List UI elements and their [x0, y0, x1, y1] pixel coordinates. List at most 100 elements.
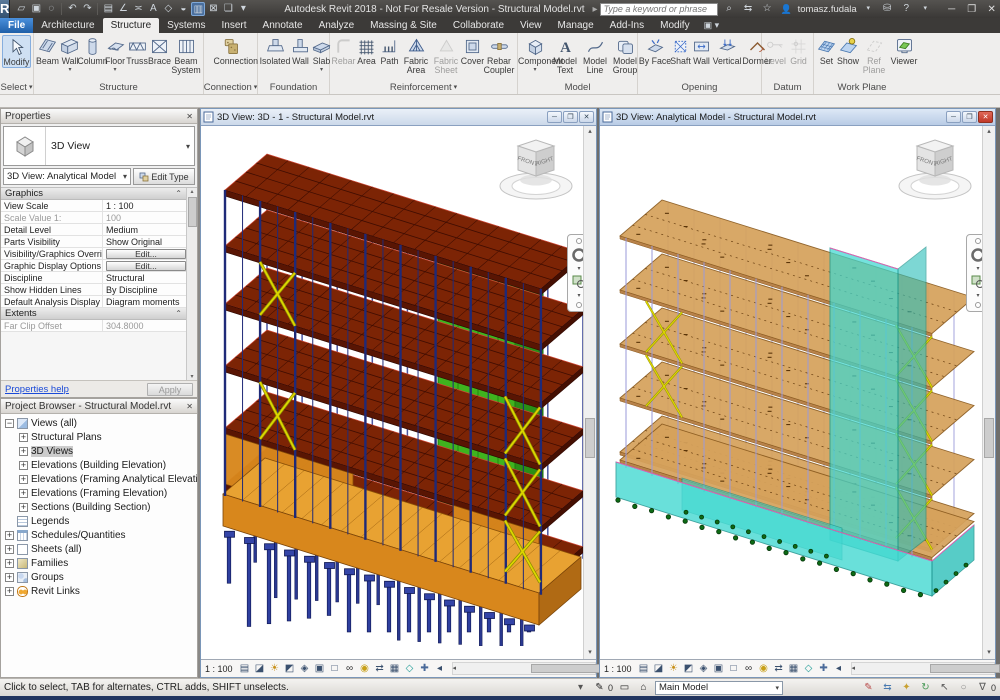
slab-foundation-button[interactable]: Slab — [311, 35, 332, 75]
panel-label-structure[interactable]: Structure — [34, 80, 203, 94]
browser-tree-item[interactable]: Legends — [1, 514, 197, 528]
highlight-displacement-icon[interactable] — [418, 662, 432, 676]
measure-icon[interactable] — [116, 2, 130, 16]
worksets-dialog-icon[interactable] — [617, 682, 632, 693]
apply-button[interactable]: Apply — [147, 383, 193, 396]
detail-level-icon[interactable] — [637, 662, 651, 676]
active-workset-icon[interactable] — [636, 682, 651, 693]
print-icon[interactable] — [101, 2, 115, 16]
search-input[interactable] — [600, 3, 718, 16]
open-icon[interactable] — [14, 2, 28, 16]
property-row[interactable]: Detail Level MediumMedium — [1, 224, 186, 236]
ribbon-tab[interactable]: Annotate — [255, 18, 311, 33]
model-line-button[interactable]: Model Line — [580, 35, 610, 75]
analytical-model-toggle-icon[interactable] — [802, 662, 816, 676]
browser-tree-item[interactable]: − Views (all) — [1, 416, 197, 430]
browser-tree-item[interactable]: + Groups — [1, 570, 197, 584]
help-menu-caret[interactable] — [918, 2, 933, 16]
save-icon[interactable] — [29, 2, 43, 16]
floor-button[interactable]: Floor — [104, 35, 126, 75]
property-row[interactable]: Parts Visibility Show OriginalShow Origi… — [1, 236, 186, 248]
rebar-button[interactable]: Rebar — [332, 35, 355, 66]
truss-button[interactable]: Truss — [126, 35, 148, 66]
column-button[interactable]: Column — [81, 35, 104, 66]
highlight-displacement-icon[interactable] — [817, 662, 831, 676]
show-work-plane-button[interactable]: Show — [837, 35, 859, 66]
crop-region-icon[interactable] — [727, 662, 741, 676]
horizontal-scrollbar[interactable] — [851, 662, 995, 675]
select-toggle-icon[interactable] — [937, 682, 952, 693]
tree-expander[interactable]: + — [19, 447, 28, 456]
vertical-opening-button[interactable]: Vertical — [712, 35, 742, 66]
view-scale-button[interactable]: 1 : 100 — [205, 664, 233, 674]
view-cube[interactable]: FRONT RIGHT — [494, 130, 578, 204]
temporary-hide-isolate-icon[interactable] — [343, 662, 357, 676]
tree-expander[interactable]: + — [5, 531, 14, 540]
panel-label-reinforcement[interactable]: Reinforcement — [330, 80, 517, 94]
property-row[interactable]: Far Clip Offset 304.8000304.8000 — [1, 320, 186, 332]
tree-expander[interactable]: + — [19, 475, 28, 484]
tree-expander[interactable]: + — [19, 503, 28, 512]
browser-tree-item[interactable]: + Sheets (all) — [1, 542, 197, 556]
undo-icon[interactable] — [65, 2, 79, 16]
beam-system-button[interactable]: Beam System — [171, 35, 201, 75]
exchange-apps-icon[interactable] — [741, 2, 756, 16]
view-cube[interactable]: FRONT RIGHT — [893, 130, 977, 204]
search-icon[interactable] — [722, 2, 737, 16]
navbar-caret[interactable] — [976, 293, 979, 299]
beam-button[interactable]: Beam — [36, 35, 59, 66]
by-face-button[interactable]: By Face — [640, 35, 670, 66]
worksharing-display-icon[interactable] — [772, 662, 786, 676]
close-icon[interactable] — [186, 402, 193, 411]
ribbon-tab[interactable]: Analyze — [311, 18, 363, 33]
wall-opening-button[interactable]: Wall — [691, 35, 712, 66]
panel-label-work-plane[interactable]: Work Plane — [814, 80, 910, 94]
browser-tree-item[interactable]: + Elevations (Building Elevation) — [1, 458, 197, 472]
level-button[interactable]: Level — [764, 35, 787, 66]
rendering-dialog-icon[interactable] — [298, 662, 312, 676]
search-expand-icon[interactable] — [593, 4, 598, 15]
panel-label-opening[interactable]: Opening — [638, 80, 761, 94]
vcb-collapse-icon[interactable] — [832, 662, 846, 676]
reveal-hidden-elements-icon[interactable] — [757, 662, 771, 676]
panel-label-select[interactable]: Select — [0, 80, 33, 94]
drawing-canvas-analytical[interactable]: FRONT RIGHT — [600, 126, 995, 660]
tree-expander[interactable]: + — [5, 573, 14, 582]
rendering-dialog-icon[interactable] — [697, 662, 711, 676]
window-minimize-button[interactable] — [547, 111, 562, 123]
tree-expander[interactable]: + — [19, 461, 28, 470]
worksharing-display-icon[interactable] — [373, 662, 387, 676]
edit-button[interactable]: Edit... — [106, 249, 186, 259]
temporary-view-properties-icon[interactable] — [388, 662, 402, 676]
vertical-scrollbar[interactable] — [982, 126, 995, 659]
properties-header[interactable]: Properties — [1, 109, 197, 124]
drawing-canvas-physical[interactable]: FRONT RIGHT — [201, 126, 596, 660]
visual-style-icon[interactable] — [652, 662, 666, 676]
tree-expander[interactable]: + — [5, 545, 14, 554]
app-minimize-button[interactable] — [945, 4, 959, 15]
tree-expander[interactable]: + — [5, 559, 14, 568]
active-workset-select[interactable]: Main Model — [655, 681, 783, 695]
browser-tree-item[interactable]: + Schedules/Quantities — [1, 528, 197, 542]
ribbon-tab[interactable]: Insert — [214, 18, 255, 33]
properties-help-link[interactable]: Properties help — [5, 384, 69, 395]
close-hidden-windows-icon[interactable] — [206, 2, 220, 16]
default-3d-view-icon[interactable] — [161, 2, 175, 16]
navbar-caret[interactable] — [976, 266, 979, 272]
active-tool-indicator[interactable] — [704, 18, 720, 33]
tree-expander[interactable]: + — [19, 433, 28, 442]
temporary-hide-isolate-icon[interactable] — [742, 662, 756, 676]
reveal-hidden-elements-icon[interactable] — [358, 662, 372, 676]
vcb-collapse-icon[interactable] — [433, 662, 447, 676]
detail-level-icon[interactable] — [238, 662, 252, 676]
browser-tree-item[interactable]: + Families — [1, 556, 197, 570]
redo-icon[interactable] — [80, 2, 94, 16]
text-icon[interactable] — [146, 2, 160, 16]
browser-tree-item[interactable]: + Revit Links — [1, 584, 197, 598]
crop-region-icon[interactable] — [328, 662, 342, 676]
favorites-star-icon[interactable] — [760, 2, 775, 16]
path-reinforcement-button[interactable]: Path — [378, 35, 401, 66]
wall-foundation-button[interactable]: Wall — [290, 35, 311, 66]
user-menu-caret[interactable] — [861, 2, 876, 16]
shadows-icon[interactable] — [682, 662, 696, 676]
